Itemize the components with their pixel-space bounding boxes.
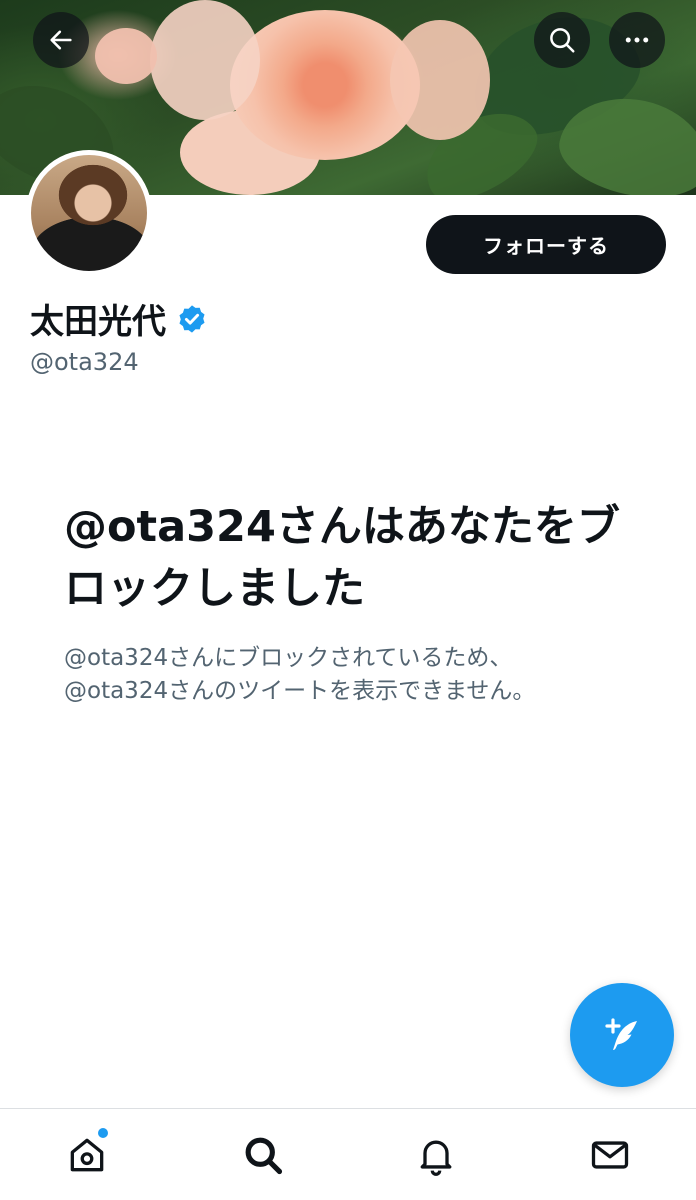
nav-search[interactable] — [218, 1109, 308, 1200]
back-button[interactable] — [33, 12, 89, 68]
bottom-navigation — [0, 1108, 696, 1200]
nav-home[interactable] — [42, 1109, 132, 1200]
compose-tweet-icon — [605, 1018, 637, 1050]
search-button[interactable] — [534, 12, 590, 68]
home-notification-dot — [98, 1128, 108, 1138]
blocked-description-line1: @ota324さんにブロックされているため、 — [64, 645, 513, 671]
back-arrow-icon — [50, 30, 72, 50]
bell-icon — [420, 1140, 452, 1176]
avatar[interactable] — [26, 150, 152, 276]
nav-messages[interactable] — [565, 1109, 655, 1200]
home-icon — [70, 1138, 104, 1172]
nav-notifications[interactable] — [391, 1109, 481, 1200]
compose-tweet-button[interactable] — [570, 983, 674, 1087]
search-icon — [245, 1137, 283, 1175]
display-name: 太田光代 — [30, 302, 166, 342]
blocked-title: @ota324さんはあなたをブロックしました — [64, 502, 620, 614]
blocked-description: @ota324さんにブロックされているため、 @ota324さんのツイートを表示… — [64, 642, 644, 708]
more-button[interactable] — [609, 12, 665, 68]
verified-badge-icon — [179, 304, 205, 333]
blocked-description-line2: @ota324さんのツイートを表示できません。 — [64, 678, 536, 704]
profile-screen: フォローする 太田光代 @ota324 @ota324さんはあなたをブロックしま… — [0, 0, 696, 1200]
search-icon — [550, 28, 575, 53]
envelope-icon — [591, 1141, 629, 1169]
more-icon — [625, 37, 649, 43]
follow-button[interactable]: フォローする — [426, 215, 666, 274]
profile-handle: @ota324 — [30, 348, 139, 376]
display-name-row: 太田光代 — [30, 294, 208, 343]
